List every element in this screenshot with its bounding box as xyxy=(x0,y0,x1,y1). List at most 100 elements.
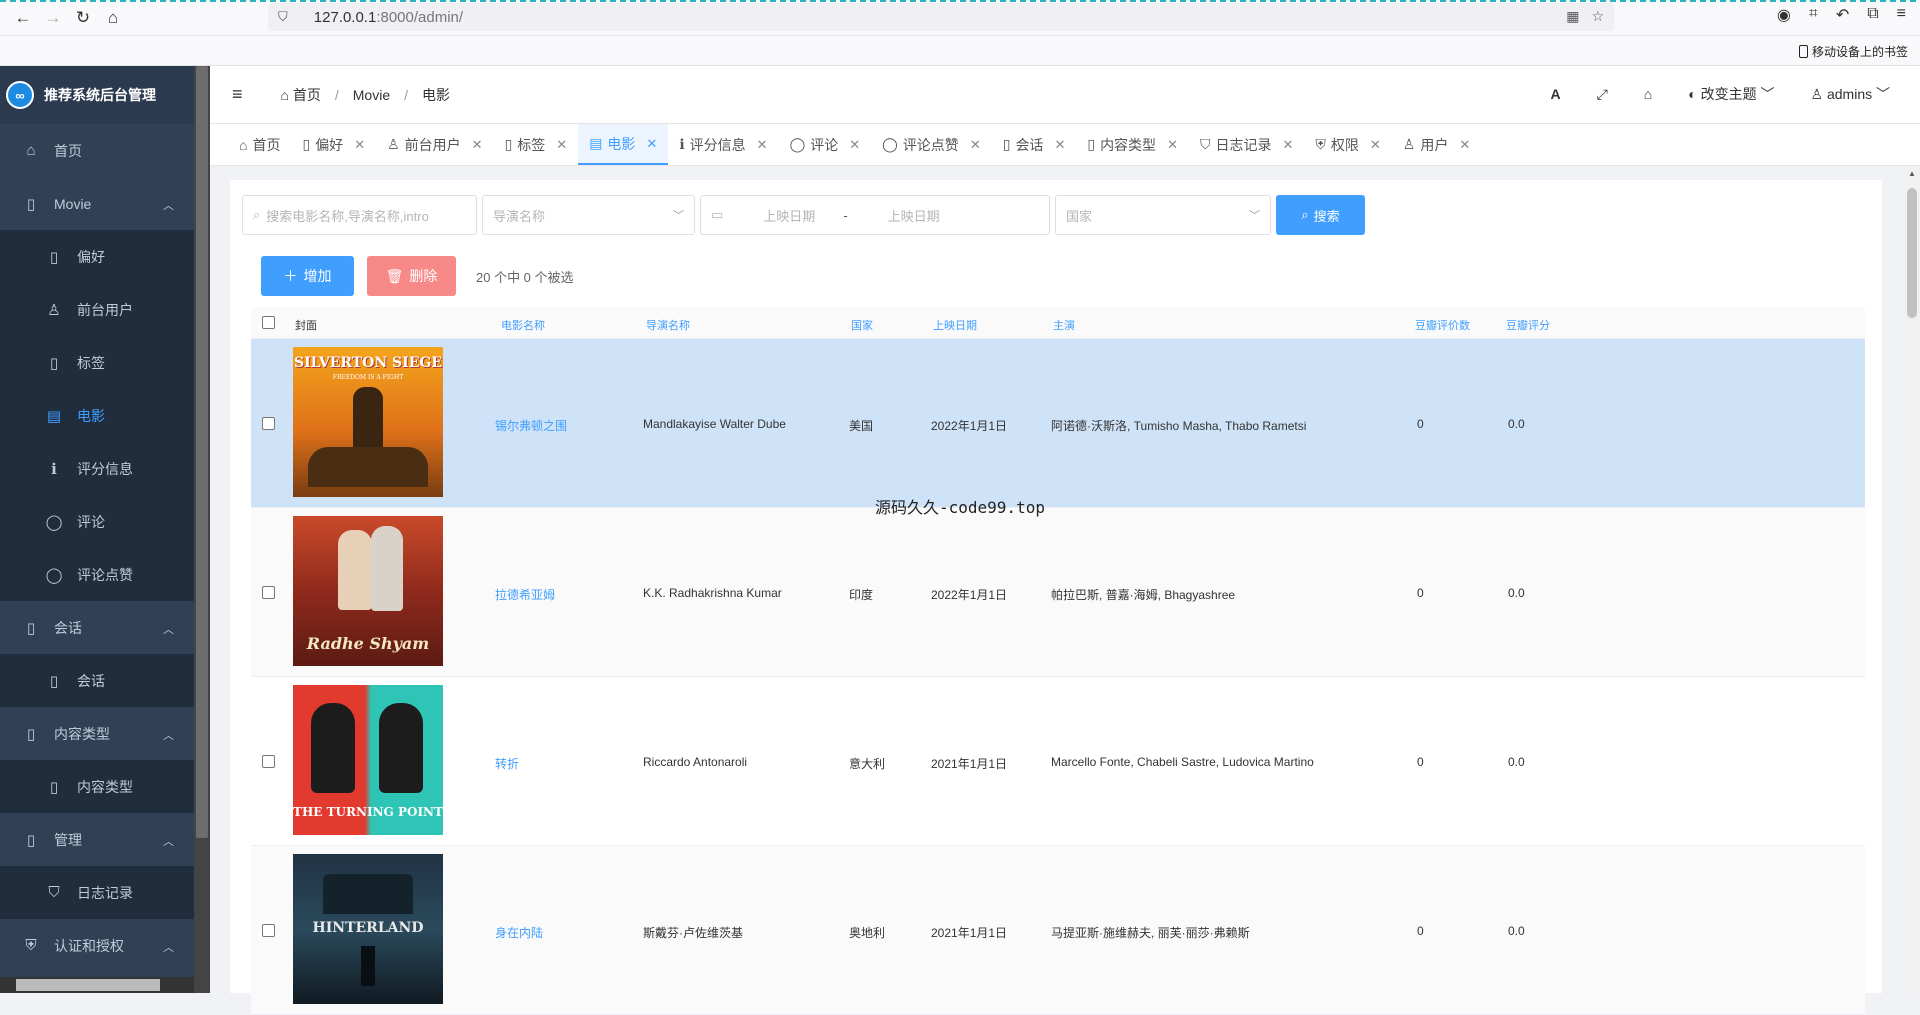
sidebar-item-sessions[interactable]: ▯ 会话 xyxy=(0,654,210,707)
tab-front-users[interactable]: ♙ 前台用户 ✕ xyxy=(376,124,493,165)
sidebar-item-preference[interactable]: ▯ 偏好 xyxy=(0,230,210,283)
sidebar-group-movie[interactable]: ▯ Movie ︿ xyxy=(0,177,210,230)
sidebar-group-admin[interactable]: ▯ 管理 ︿ xyxy=(0,813,210,866)
close-icon[interactable]: ✕ xyxy=(1054,137,1065,153)
column-header[interactable]: 主演 xyxy=(1053,317,1075,333)
qr-icon[interactable]: ▦ xyxy=(1566,8,1579,25)
row-checkbox[interactable] xyxy=(262,755,275,768)
sidebar-group-sessions[interactable]: ▯ 会话 ︿ xyxy=(0,601,210,654)
extension-icon[interactable]: ⧉ xyxy=(1867,5,1878,25)
search-button[interactable]: ⌕ 搜索 xyxy=(1276,195,1365,235)
sidebar-item-content-types[interactable]: ▯ 内容类型 xyxy=(0,760,210,813)
score-cell: 0.0 xyxy=(1508,586,1525,600)
select-all-checkbox[interactable] xyxy=(262,316,275,329)
sidebar-item-movies[interactable]: ▤ 电影 xyxy=(0,389,210,442)
sidebar-logo[interactable]: ∞ 推荐系统后台管理 xyxy=(0,66,210,124)
scrollbar-thumb[interactable] xyxy=(1907,188,1917,318)
table-row[interactable]: Radhe Shyam 拉德希亚姆 K.K. Radhakrishna Kuma… xyxy=(251,508,1865,677)
tab-tags[interactable]: ▯ 标签 ✕ xyxy=(494,124,579,165)
breadcrumb-movie[interactable]: Movie xyxy=(353,87,390,103)
sidebar-group-auth[interactable]: ⛨ 认证和授权 ︿ xyxy=(0,919,210,972)
close-icon[interactable]: ✕ xyxy=(472,137,483,153)
sidebar-item-front-users[interactable]: ♙ 前台用户 xyxy=(0,283,210,336)
sidebar-group-content-types[interactable]: ▯ 内容类型 ︿ xyxy=(0,707,210,760)
mobile-bookmarks[interactable]: 移动设备上的书签 xyxy=(1798,43,1908,60)
close-icon[interactable]: ✕ xyxy=(970,137,981,153)
column-header[interactable]: 上映日期 xyxy=(933,317,977,333)
table-row[interactable]: HINTERLAND 身在内陆 斯戴芬·卢佐维茨基 奥地利 2021年1月1日 … xyxy=(251,846,1865,1015)
undo-icon[interactable]: ↶ xyxy=(1836,5,1849,25)
home-icon[interactable]: ⌂ xyxy=(98,3,128,33)
user-dropdown[interactable]: ♙ admins ﹀ xyxy=(1811,84,1890,104)
sidebar-item-tags[interactable]: ▯ 标签 xyxy=(0,336,210,389)
theme-dropdown[interactable]: ◐ 改变主题 ﹀ xyxy=(1688,84,1774,104)
scrollbar-thumb[interactable] xyxy=(196,66,208,838)
close-icon[interactable]: ✕ xyxy=(556,137,567,153)
forward-icon[interactable]: → xyxy=(38,3,68,33)
tab-users[interactable]: ♙ 用户 ✕ xyxy=(1392,124,1481,165)
tab-content-types[interactable]: ▯ 内容类型 ✕ xyxy=(1076,124,1189,165)
column-header[interactable]: 电影名称 xyxy=(501,317,545,333)
close-icon[interactable]: ✕ xyxy=(1282,137,1293,153)
sidebar-item-comment-likes[interactable]: ◯ 评论点赞 xyxy=(0,548,210,601)
close-icon[interactable]: ✕ xyxy=(849,137,860,153)
column-header[interactable]: 国家 xyxy=(851,317,873,333)
reload-icon[interactable]: ↻ xyxy=(68,3,98,33)
fullscreen-icon[interactable]: ⤢ xyxy=(1597,86,1608,103)
row-checkbox[interactable] xyxy=(262,586,275,599)
tab-permissions[interactable]: ⛨ 权限 ✕ xyxy=(1304,124,1391,165)
release-date-range[interactable]: ▭ 上映日期 - 上映日期 xyxy=(700,195,1050,235)
director-select[interactable]: 导演名称 ﹀ xyxy=(482,195,695,235)
sidebar-hscrollbar[interactable] xyxy=(0,977,194,993)
column-header[interactable]: 豆瓣评价数 xyxy=(1415,317,1470,333)
account-icon[interactable]: ◉ xyxy=(1777,5,1791,25)
tab-comment-likes[interactable]: ◯ 评论点赞 ✕ xyxy=(871,124,992,165)
country-select[interactable]: 国家 ﹀ xyxy=(1055,195,1271,235)
tab-ratings[interactable]: ℹ 评分信息 ✕ xyxy=(668,124,778,165)
document-icon: ▯ xyxy=(504,136,513,152)
home-icon[interactable]: ⌂ xyxy=(1644,86,1652,102)
table-row[interactable]: THE TURNING POINT 转折 Riccardo Antonaroli… xyxy=(251,677,1865,846)
close-icon[interactable]: ✕ xyxy=(1459,137,1470,153)
menu-icon[interactable]: ≡ xyxy=(1897,5,1906,25)
row-checkbox[interactable] xyxy=(262,924,275,937)
sidebar-scrollbar[interactable] xyxy=(194,66,210,993)
font-size-icon[interactable]: A xyxy=(1550,86,1560,102)
search-input[interactable]: ⌕ 搜索电影名称,导演名称,intro xyxy=(242,195,477,235)
tab-home[interactable]: ⌂ 首页 xyxy=(228,124,291,165)
close-icon[interactable]: ✕ xyxy=(646,136,657,152)
tab-comments[interactable]: ◯ 评论 ✕ xyxy=(779,124,872,165)
table-row[interactable]: SILVERTON SIEGE FREEDOM IS A FIGHT 锡尔弗顿之… xyxy=(251,339,1865,508)
star-icon[interactable]: ☆ xyxy=(1591,8,1604,25)
delete-button[interactable]: 🗑 删除 xyxy=(367,256,456,296)
close-icon[interactable]: ✕ xyxy=(1370,137,1381,153)
column-header[interactable]: 豆瓣评分 xyxy=(1506,317,1550,333)
sidebar-item-ratings[interactable]: ℹ 评分信息 xyxy=(0,442,210,495)
add-button[interactable]: ＋增加 xyxy=(261,256,354,296)
shield-icon: ⛨ xyxy=(1315,136,1326,152)
movie-name-link[interactable]: 锡尔弗顿之围 xyxy=(495,417,567,434)
close-icon[interactable]: ✕ xyxy=(354,137,365,153)
address-bar[interactable]: ⛉ 127.0.0.1:8000/admin/ ▦ ☆ xyxy=(268,3,1614,31)
movie-name-link[interactable]: 身在内陆 xyxy=(495,924,543,941)
row-checkbox[interactable] xyxy=(262,417,275,430)
tab-logs[interactable]: ⛉ 日志记录 ✕ xyxy=(1189,124,1304,165)
back-icon[interactable]: ← xyxy=(8,3,38,33)
hamburger-icon[interactable]: ≡ xyxy=(232,84,243,105)
close-icon[interactable]: ✕ xyxy=(1167,137,1178,153)
sidebar-item-logs[interactable]: ⛉ 日志记录 xyxy=(0,866,210,919)
sidebar-item-comments[interactable]: ◯ 评论 xyxy=(0,495,210,548)
tab-movies[interactable]: ▤ 电影 ✕ xyxy=(578,124,669,165)
scrollbar-thumb[interactable] xyxy=(16,979,160,991)
breadcrumb-home[interactable]: ⌂ 首页 xyxy=(281,85,321,105)
movie-name-link[interactable]: 拉德希亚姆 xyxy=(495,586,555,603)
tab-sessions[interactable]: ▯ 会话 ✕ xyxy=(992,124,1077,165)
crop-icon[interactable]: ⌗ xyxy=(1809,5,1818,25)
page-scrollbar[interactable]: ▲ xyxy=(1904,166,1920,993)
sidebar-item-home[interactable]: ⌂ 首页 xyxy=(0,124,210,177)
tab-preference[interactable]: ▯ 偏好 ✕ xyxy=(291,124,376,165)
close-icon[interactable]: ✕ xyxy=(757,137,768,153)
column-header[interactable]: 导演名称 xyxy=(646,317,690,333)
scroll-up-icon[interactable]: ▲ xyxy=(1908,169,1916,178)
movie-name-link[interactable]: 转折 xyxy=(495,755,519,772)
